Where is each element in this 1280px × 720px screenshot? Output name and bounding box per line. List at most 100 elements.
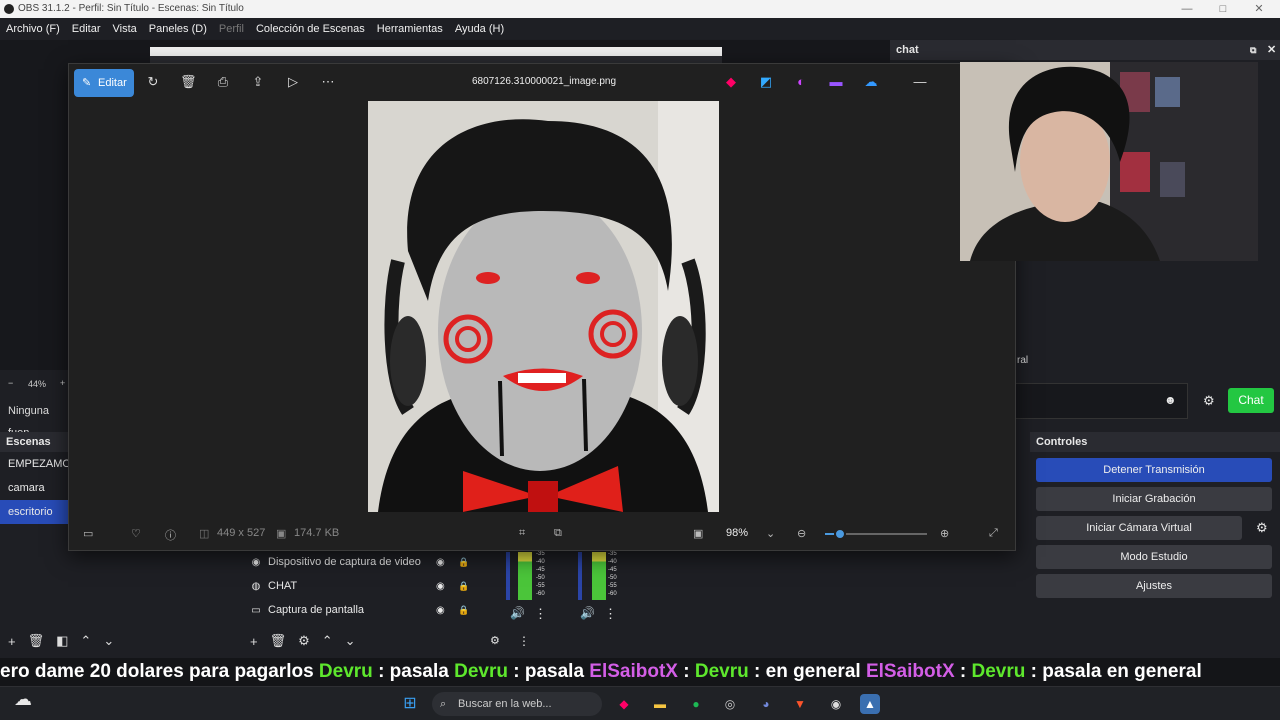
scene-item-selected[interactable]: escritorio bbox=[0, 500, 68, 524]
print-icon[interactable]: ⎙ bbox=[215, 74, 231, 90]
start-recording-button[interactable]: Iniciar Grabación bbox=[1036, 487, 1272, 511]
add-icon[interactable]: + bbox=[8, 634, 16, 649]
filter-icon[interactable]: ◧ bbox=[56, 633, 68, 649]
move-up-icon[interactable]: ⌃ bbox=[80, 633, 91, 649]
source-label: CHAT bbox=[268, 580, 298, 592]
discord-icon[interactable]: ◕ bbox=[756, 694, 776, 714]
stop-stream-button[interactable]: Detener Transmisión bbox=[1036, 458, 1272, 482]
taskbar-search[interactable]: ⌕ Buscar en la web... bbox=[432, 692, 602, 716]
zoom-slider-thumb[interactable] bbox=[834, 528, 847, 540]
displayed-image bbox=[368, 101, 719, 512]
copilot-icon[interactable]: ◆ bbox=[614, 694, 634, 714]
float-icon[interactable]: ⧉ bbox=[1250, 40, 1256, 60]
rotate-icon[interactable]: ↻ bbox=[145, 74, 161, 90]
info-icon[interactable]: ⓘ bbox=[165, 527, 176, 543]
weather-icon[interactable]: ☁ bbox=[14, 689, 32, 710]
copilot-icon[interactable]: ◆ bbox=[723, 74, 739, 90]
edit-button[interactable]: ✎ Editar bbox=[74, 69, 134, 97]
chat-input[interactable]: ☻ bbox=[1015, 383, 1188, 419]
menu-editar[interactable]: Editar bbox=[72, 23, 101, 35]
settings-button[interactable]: Ajustes bbox=[1036, 574, 1272, 598]
studio-mode-button[interactable]: Modo Estudio bbox=[1036, 545, 1272, 569]
crop-view-icon[interactable]: ⌗ bbox=[519, 527, 525, 540]
more-icon[interactable]: ⋮ bbox=[518, 634, 530, 648]
zoom-in-icon[interactable]: ⊕ bbox=[940, 527, 949, 540]
menu-paneles[interactable]: Paneles (D) bbox=[149, 23, 207, 35]
ticker-username: Devru bbox=[318, 661, 379, 682]
eye-icon[interactable]: ◉ bbox=[436, 605, 445, 616]
close-icon[interactable]: ✕ bbox=[1267, 40, 1276, 60]
menu-herramientas[interactable]: Herramientas bbox=[377, 23, 443, 35]
filmstrip-icon[interactable]: ▭ bbox=[83, 527, 93, 540]
obs-icon[interactable]: ◉ bbox=[826, 694, 846, 714]
zoom-out-icon[interactable]: − bbox=[8, 378, 13, 388]
zoom-slider-track[interactable] bbox=[825, 528, 927, 540]
gear-icon[interactable]: ⚙ bbox=[1256, 520, 1268, 536]
more-icon[interactable]: ⋯ bbox=[320, 74, 336, 90]
move-down-icon[interactable]: ⌄ bbox=[345, 633, 356, 649]
brave-icon[interactable]: ▼ bbox=[790, 694, 810, 714]
close-icon[interactable]: ✕ bbox=[1244, 0, 1274, 18]
menu-ayuda[interactable]: Ayuda (H) bbox=[455, 23, 504, 35]
trash-icon[interactable]: 🗑 bbox=[180, 74, 197, 90]
move-down-icon[interactable]: ⌄ bbox=[103, 633, 114, 649]
compare-icon[interactable]: ⧉ bbox=[554, 527, 562, 540]
chat-partial-text: ral bbox=[1017, 355, 1029, 366]
volume-slider[interactable] bbox=[506, 552, 510, 600]
fullscreen-icon[interactable]: ⤢ bbox=[989, 527, 998, 540]
chat-send-button[interactable]: Chat bbox=[1228, 388, 1274, 413]
lock-icon[interactable]: 🔒 bbox=[458, 557, 469, 568]
trash-icon[interactable]: 🗑 bbox=[28, 633, 45, 649]
maximize-icon[interactable]: □ bbox=[1208, 0, 1238, 18]
chevron-down-icon[interactable]: ⌄ bbox=[766, 527, 775, 540]
webcam-feed bbox=[960, 62, 1258, 261]
heart-icon[interactable]: ♡ bbox=[131, 527, 141, 540]
zoom-out-icon[interactable]: ⊖ bbox=[797, 527, 806, 540]
menu-coleccion[interactable]: Colección de Escenas bbox=[256, 23, 365, 35]
windows-start-icon[interactable]: ⊞ bbox=[400, 694, 420, 714]
more-icon[interactable]: ⋮ bbox=[604, 606, 617, 622]
menu-archivo[interactable]: Archivo (F) bbox=[6, 23, 60, 35]
source-item[interactable]: ◉ Dispositivo de captura de video ◉ 🔒 bbox=[242, 550, 480, 574]
more-icon[interactable]: ⋮ bbox=[534, 606, 547, 622]
eye-icon[interactable]: ◉ bbox=[436, 557, 445, 568]
image-filesize: 174.7 KB bbox=[294, 527, 340, 539]
ticker-message: : bbox=[959, 661, 972, 682]
source-item[interactable]: ▭ Captura de pantalla ◉ 🔒 bbox=[242, 598, 480, 622]
designer-icon[interactable]: ◩ bbox=[758, 74, 774, 90]
clipchamp-icon[interactable]: ◐ bbox=[793, 74, 809, 90]
menu-perfil[interactable]: Perfil bbox=[219, 23, 244, 35]
spotify-icon[interactable]: ● bbox=[686, 694, 706, 714]
minimize-icon[interactable]: — bbox=[912, 74, 928, 90]
volume-slider[interactable] bbox=[578, 552, 582, 600]
slideshow-icon[interactable]: ▷ bbox=[285, 74, 301, 90]
menu-vista[interactable]: Vista bbox=[113, 23, 137, 35]
eye-icon[interactable]: ◉ bbox=[436, 581, 445, 592]
gear-icon[interactable]: ⚙ bbox=[490, 634, 500, 647]
lock-icon[interactable]: 🔒 bbox=[458, 605, 469, 616]
fit-icon[interactable]: ▣ bbox=[693, 527, 703, 540]
add-icon[interactable]: + bbox=[250, 634, 258, 649]
lock-icon[interactable]: 🔒 bbox=[458, 581, 469, 592]
move-up-icon[interactable]: ⌃ bbox=[322, 633, 333, 649]
gear-icon[interactable]: ⚙ bbox=[298, 633, 310, 649]
zoom-in-icon[interactable]: + bbox=[60, 378, 65, 388]
gear-icon[interactable]: ⚙ bbox=[1203, 393, 1215, 409]
share-icon[interactable]: ⇪ bbox=[250, 74, 266, 90]
folder-icon[interactable]: ▬ bbox=[650, 694, 670, 714]
preview-zoom: 44% bbox=[28, 379, 47, 389]
speaker-icon[interactable]: 🔊 bbox=[510, 606, 525, 620]
speaker-icon[interactable]: 🔊 bbox=[580, 606, 595, 620]
photos-icon[interactable]: ▲ bbox=[860, 694, 880, 714]
source-item[interactable]: ◍ CHAT ◉ 🔒 bbox=[242, 574, 480, 598]
steam-icon[interactable]: ◎ bbox=[720, 694, 740, 714]
virtual-camera-button[interactable]: Iniciar Cámara Virtual bbox=[1036, 516, 1242, 540]
minimize-icon[interactable]: — bbox=[1172, 0, 1202, 18]
file-icon: ▣ bbox=[276, 528, 287, 540]
cloud-icon[interactable]: ☁ bbox=[863, 74, 879, 90]
emoji-icon[interactable]: ☻ bbox=[1164, 393, 1177, 407]
trash-icon[interactable]: 🗑 bbox=[270, 633, 287, 649]
source-label: Captura de pantalla bbox=[268, 604, 365, 616]
zoom-level[interactable]: 98% bbox=[726, 527, 748, 539]
editor-icon[interactable]: ▬ bbox=[828, 74, 844, 90]
